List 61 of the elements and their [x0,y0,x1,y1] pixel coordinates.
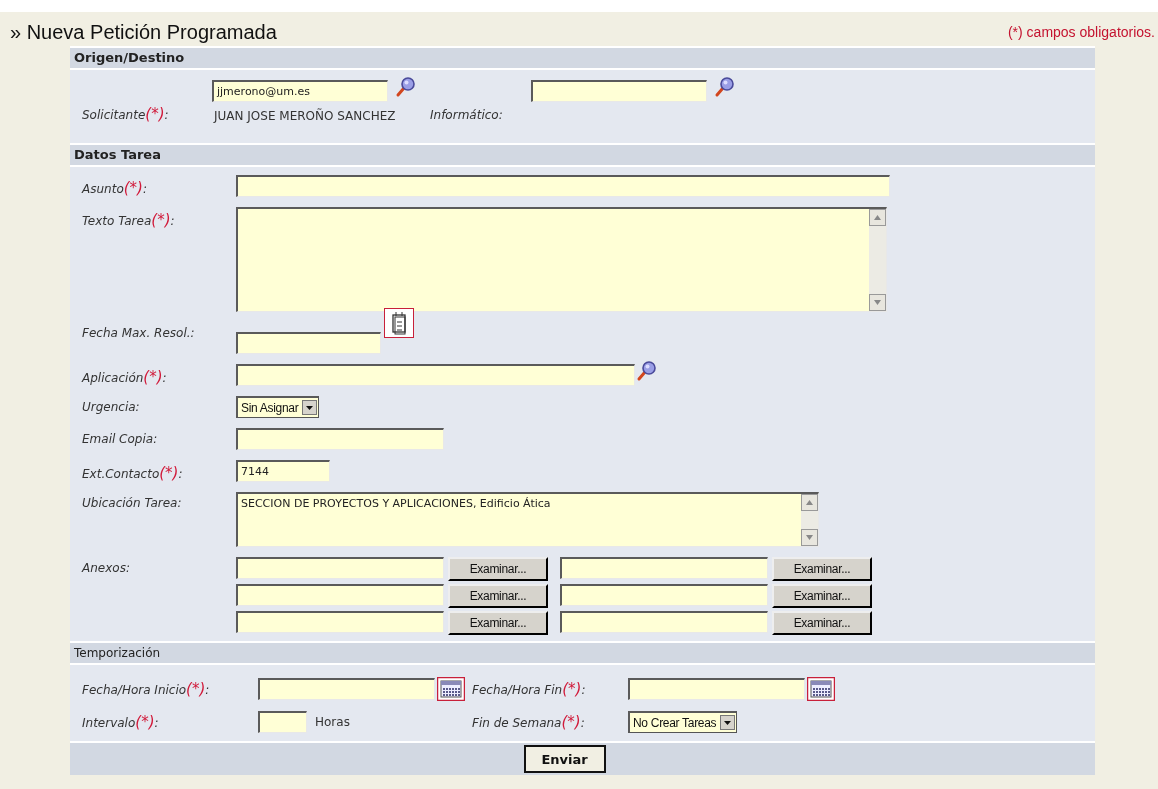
input-field[interactable] [236,364,635,386]
scrollbar[interactable] [801,494,818,546]
field-label: Texto Tarea(*): [82,210,176,229]
browse-button[interactable]: Examinar... [448,584,548,608]
dropdown[interactable]: No Crear Tareas [628,711,738,733]
scrollbar[interactable] [869,209,886,311]
section-header: Datos Tarea [70,143,1095,167]
date-field[interactable] [258,678,435,700]
field-label: Asunto(*): [82,178,148,197]
browse-button[interactable]: Examinar... [772,611,872,635]
field-label: Intervalo(*): [82,713,160,731]
input-field[interactable] [531,80,707,102]
field-label: Fecha Max. Resol.: [82,325,196,340]
text-area[interactable]: SECCION DE PROYECTOS Y APLICACIONES, Edificio Ática [236,492,819,547]
field-label: Solicitante(*): [82,108,169,122]
input-field[interactable]: jjmerono@um.es [212,80,388,102]
file-field[interactable] [236,584,444,606]
field-label: Ext.Contacto(*): [82,463,184,482]
file-field[interactable] [236,611,444,633]
field-label: Urgencia: [82,399,141,414]
scroll-up-icon[interactable] [801,494,818,511]
calendar-icon[interactable] [437,677,465,701]
required-note: (*) campos obligatorios. [1007,24,1155,42]
dropdown[interactable]: Sin Asignar [236,396,320,418]
field-label: Fecha/Hora Fin(*): [472,680,587,698]
date-field[interactable] [236,332,381,354]
browse-button[interactable]: Examinar... [772,584,872,608]
browse-button[interactable]: Examinar... [772,557,872,581]
field-label: Fecha/Hora Inicio(*): [82,680,211,698]
file-field[interactable] [560,611,768,633]
text-area[interactable] [236,207,887,312]
search-icon[interactable] [713,76,735,98]
field-label: Email Copia: [82,431,159,446]
scroll-down-icon[interactable] [869,294,886,311]
file-field[interactable] [560,557,768,579]
unit-label: Horas [315,715,350,729]
file-field[interactable] [560,584,768,606]
requester-name: JUAN JOSE MEROÑO SANCHEZ [212,109,397,123]
search-icon[interactable] [394,76,416,98]
search-icon[interactable] [635,360,657,382]
scroll-down-icon[interactable] [801,529,818,546]
field-label: Anexos: [82,560,131,575]
input-field[interactable]: 7144 [236,460,330,482]
field-label: Fin de Semana(*): [472,713,586,731]
scroll-up-icon[interactable] [869,209,886,226]
input-field[interactable] [258,711,307,733]
submit-button[interactable]: Enviar [523,745,606,773]
calendar-icon[interactable] [807,677,835,701]
page-title: » Nueva Petición Programada [10,21,277,45]
field-label: Aplicación(*): [82,367,168,386]
section-header: Temporización [70,641,1095,665]
input-field[interactable] [236,175,890,197]
section-header: Origen/Destino [70,46,1095,70]
date-field[interactable] [628,678,805,700]
file-field[interactable] [236,557,444,579]
browse-button[interactable]: Examinar... [448,611,548,635]
input-field[interactable] [236,428,444,450]
browse-button[interactable]: Examinar... [448,557,548,581]
calendar-icon[interactable] [384,308,414,338]
field-label: Informático: [430,108,503,122]
field-label: Ubicación Tarea: [82,495,183,510]
